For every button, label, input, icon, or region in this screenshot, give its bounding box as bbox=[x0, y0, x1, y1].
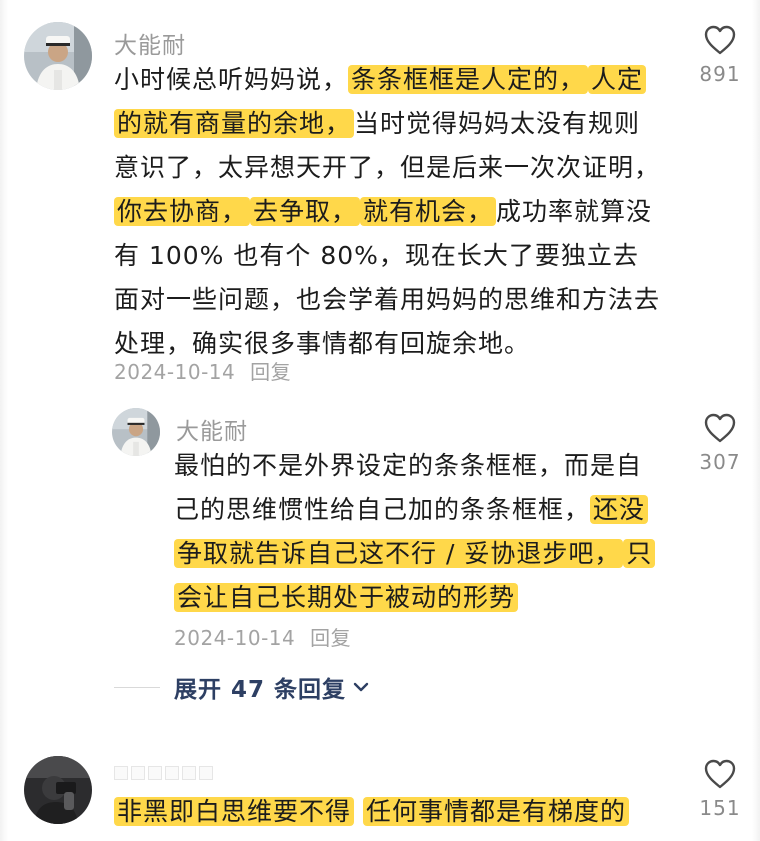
comment-text: 最怕的不是外界设定的条条框框，而是自己的思维惯性给自己加的条条框框， 还没争取就告… bbox=[174, 444, 664, 620]
like-button[interactable]: 891 bbox=[690, 24, 750, 86]
name-placeholder-box bbox=[114, 766, 128, 780]
text-segment: 最怕的不是外界设定的条条框框，而是自己的思维惯性给自己加的条条框框， bbox=[174, 451, 643, 524]
highlighted-text: 非黑即白思维要不得 bbox=[114, 797, 355, 826]
highlighted-text: 就有机会， bbox=[360, 197, 497, 226]
text-segment bbox=[354, 797, 363, 826]
expand-replies-label: 展开 47 条回复 bbox=[174, 677, 347, 703]
masked-username[interactable] bbox=[114, 766, 213, 780]
like-count: 151 bbox=[699, 796, 741, 820]
comment-date: 2024-10-14 bbox=[114, 360, 236, 384]
name-placeholder-box bbox=[182, 766, 196, 780]
like-button[interactable]: 307 bbox=[690, 412, 750, 474]
right-edge-shadow bbox=[752, 0, 760, 841]
name-placeholder-box bbox=[148, 766, 162, 780]
comment-date: 2024-10-14 bbox=[174, 626, 296, 650]
left-edge-shadow bbox=[0, 0, 8, 841]
comment-text: 非黑即白思维要不得 任何事情都是有梯度的 bbox=[114, 790, 674, 834]
like-button[interactable]: 151 bbox=[690, 758, 750, 820]
heart-outline-icon bbox=[704, 413, 736, 443]
highlighted-text: 任何事情都是有梯度的 bbox=[362, 797, 629, 826]
name-placeholder-box bbox=[199, 766, 213, 780]
heart-outline-icon bbox=[704, 25, 736, 55]
highlighted-text: 你去协商， bbox=[114, 197, 251, 226]
expand-replies-button[interactable]: 展开 47 条回复 bbox=[114, 670, 370, 704]
name-placeholder-box bbox=[131, 766, 145, 780]
reply-button[interactable]: 回复 bbox=[310, 626, 351, 650]
chevron-down-icon bbox=[353, 682, 369, 692]
comment-username[interactable]: 大能耐 bbox=[114, 26, 186, 60]
name-placeholder-box bbox=[165, 766, 179, 780]
like-count: 307 bbox=[699, 450, 741, 474]
highlighted-text: 去争取， bbox=[250, 197, 361, 226]
highlighted-text: 条条框框是人定的， bbox=[348, 65, 589, 94]
avatar[interactable] bbox=[112, 408, 160, 456]
avatar[interactable] bbox=[24, 22, 92, 90]
reply-button[interactable]: 回复 bbox=[250, 360, 291, 384]
text-segment: 小时候总听妈妈说， bbox=[114, 65, 349, 94]
comment-text: 小时候总听妈妈说， 条条框框是人定的， 人定的就有商量的余地， 当时觉得妈妈太没有规则… bbox=[114, 58, 664, 366]
comment-username[interactable]: 大能耐 bbox=[176, 412, 248, 446]
divider-line bbox=[114, 686, 160, 688]
like-count: 891 bbox=[699, 62, 741, 86]
avatar[interactable] bbox=[24, 756, 92, 824]
comment-meta: 2024-10-14 回复 bbox=[174, 622, 351, 651]
heart-outline-icon bbox=[704, 759, 736, 789]
comment-meta: 2024-10-14 回复 bbox=[114, 356, 291, 385]
